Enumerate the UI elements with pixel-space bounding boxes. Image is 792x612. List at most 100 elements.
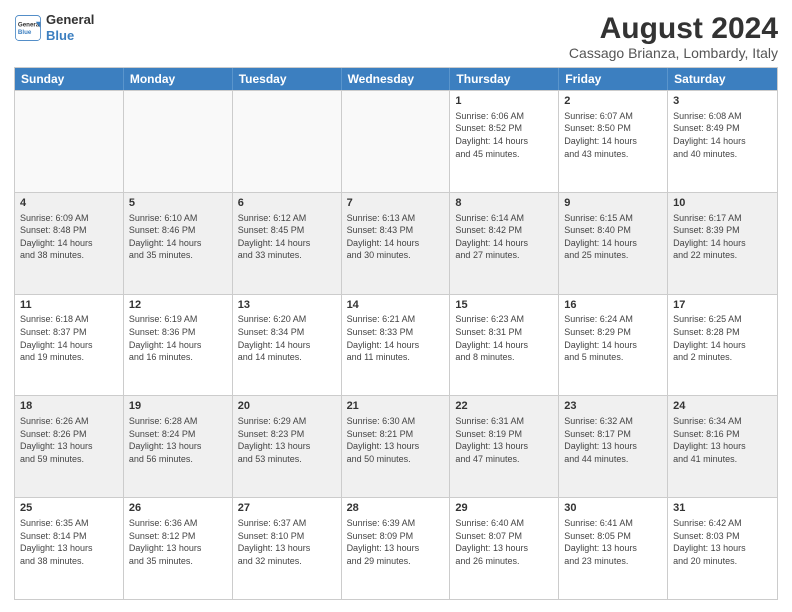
day-number: 8 (455, 196, 553, 211)
calendar-cell-day-13: 13Sunrise: 6:20 AM Sunset: 8:34 PM Dayli… (233, 295, 342, 396)
calendar-cell-day-30: 30Sunrise: 6:41 AM Sunset: 8:05 PM Dayli… (559, 498, 668, 599)
calendar-header: SundayMondayTuesdayWednesdayThursdayFrid… (15, 68, 777, 90)
calendar-cell-day-10: 10Sunrise: 6:17 AM Sunset: 8:39 PM Dayli… (668, 193, 777, 294)
cell-info: Sunrise: 6:28 AM Sunset: 8:24 PM Dayligh… (129, 415, 227, 465)
day-number: 22 (455, 399, 553, 414)
cell-info: Sunrise: 6:08 AM Sunset: 8:49 PM Dayligh… (673, 110, 772, 160)
calendar-cell-day-16: 16Sunrise: 6:24 AM Sunset: 8:29 PM Dayli… (559, 295, 668, 396)
calendar-cell-day-21: 21Sunrise: 6:30 AM Sunset: 8:21 PM Dayli… (342, 396, 451, 497)
calendar-cell-day-18: 18Sunrise: 6:26 AM Sunset: 8:26 PM Dayli… (15, 396, 124, 497)
cell-info: Sunrise: 6:24 AM Sunset: 8:29 PM Dayligh… (564, 313, 662, 363)
calendar: SundayMondayTuesdayWednesdayThursdayFrid… (14, 67, 778, 600)
logo-text: General Blue (46, 12, 94, 43)
day-number: 10 (673, 196, 772, 211)
calendar-cell-day-25: 25Sunrise: 6:35 AM Sunset: 8:14 PM Dayli… (15, 498, 124, 599)
day-number: 19 (129, 399, 227, 414)
cell-info: Sunrise: 6:35 AM Sunset: 8:14 PM Dayligh… (20, 517, 118, 567)
main-title: August 2024 (569, 12, 778, 45)
calendar-cell-day-6: 6Sunrise: 6:12 AM Sunset: 8:45 PM Daylig… (233, 193, 342, 294)
weekday-header-sunday: Sunday (15, 68, 124, 90)
calendar-cell-day-19: 19Sunrise: 6:28 AM Sunset: 8:24 PM Dayli… (124, 396, 233, 497)
calendar-cell-day-17: 17Sunrise: 6:25 AM Sunset: 8:28 PM Dayli… (668, 295, 777, 396)
header: General Blue General Blue August 2024 Ca… (14, 12, 778, 61)
day-number: 15 (455, 298, 553, 313)
calendar-cell-day-26: 26Sunrise: 6:36 AM Sunset: 8:12 PM Dayli… (124, 498, 233, 599)
logo-blue: Blue (46, 28, 94, 44)
day-number: 9 (564, 196, 662, 211)
day-number: 20 (238, 399, 336, 414)
cell-info: Sunrise: 6:10 AM Sunset: 8:46 PM Dayligh… (129, 212, 227, 262)
calendar-row-4: 25Sunrise: 6:35 AM Sunset: 8:14 PM Dayli… (15, 497, 777, 599)
calendar-cell-empty (233, 91, 342, 192)
cell-info: Sunrise: 6:14 AM Sunset: 8:42 PM Dayligh… (455, 212, 553, 262)
weekday-header-wednesday: Wednesday (342, 68, 451, 90)
calendar-cell-day-15: 15Sunrise: 6:23 AM Sunset: 8:31 PM Dayli… (450, 295, 559, 396)
day-number: 7 (347, 196, 445, 211)
cell-info: Sunrise: 6:20 AM Sunset: 8:34 PM Dayligh… (238, 313, 336, 363)
calendar-cell-day-2: 2Sunrise: 6:07 AM Sunset: 8:50 PM Daylig… (559, 91, 668, 192)
calendar-cell-day-14: 14Sunrise: 6:21 AM Sunset: 8:33 PM Dayli… (342, 295, 451, 396)
calendar-cell-day-24: 24Sunrise: 6:34 AM Sunset: 8:16 PM Dayli… (668, 396, 777, 497)
calendar-cell-day-8: 8Sunrise: 6:14 AM Sunset: 8:42 PM Daylig… (450, 193, 559, 294)
calendar-row-0: 1Sunrise: 6:06 AM Sunset: 8:52 PM Daylig… (15, 90, 777, 192)
cell-info: Sunrise: 6:29 AM Sunset: 8:23 PM Dayligh… (238, 415, 336, 465)
day-number: 4 (20, 196, 118, 211)
calendar-cell-day-29: 29Sunrise: 6:40 AM Sunset: 8:07 PM Dayli… (450, 498, 559, 599)
day-number: 14 (347, 298, 445, 313)
calendar-cell-day-22: 22Sunrise: 6:31 AM Sunset: 8:19 PM Dayli… (450, 396, 559, 497)
day-number: 3 (673, 94, 772, 109)
logo-icon: General Blue (14, 14, 42, 42)
weekday-header-friday: Friday (559, 68, 668, 90)
day-number: 21 (347, 399, 445, 414)
calendar-cell-day-27: 27Sunrise: 6:37 AM Sunset: 8:10 PM Dayli… (233, 498, 342, 599)
cell-info: Sunrise: 6:15 AM Sunset: 8:40 PM Dayligh… (564, 212, 662, 262)
title-block: August 2024 Cassago Brianza, Lombardy, I… (569, 12, 778, 61)
calendar-cell-empty (15, 91, 124, 192)
day-number: 13 (238, 298, 336, 313)
calendar-cell-day-12: 12Sunrise: 6:19 AM Sunset: 8:36 PM Dayli… (124, 295, 233, 396)
day-number: 16 (564, 298, 662, 313)
cell-info: Sunrise: 6:31 AM Sunset: 8:19 PM Dayligh… (455, 415, 553, 465)
cell-info: Sunrise: 6:32 AM Sunset: 8:17 PM Dayligh… (564, 415, 662, 465)
calendar-cell-day-3: 3Sunrise: 6:08 AM Sunset: 8:49 PM Daylig… (668, 91, 777, 192)
day-number: 30 (564, 501, 662, 516)
calendar-cell-empty (124, 91, 233, 192)
day-number: 1 (455, 94, 553, 109)
calendar-cell-day-11: 11Sunrise: 6:18 AM Sunset: 8:37 PM Dayli… (15, 295, 124, 396)
cell-info: Sunrise: 6:23 AM Sunset: 8:31 PM Dayligh… (455, 313, 553, 363)
day-number: 28 (347, 501, 445, 516)
calendar-cell-day-23: 23Sunrise: 6:32 AM Sunset: 8:17 PM Dayli… (559, 396, 668, 497)
day-number: 6 (238, 196, 336, 211)
calendar-cell-day-5: 5Sunrise: 6:10 AM Sunset: 8:46 PM Daylig… (124, 193, 233, 294)
calendar-cell-day-31: 31Sunrise: 6:42 AM Sunset: 8:03 PM Dayli… (668, 498, 777, 599)
calendar-body: 1Sunrise: 6:06 AM Sunset: 8:52 PM Daylig… (15, 90, 777, 599)
calendar-row-1: 4Sunrise: 6:09 AM Sunset: 8:48 PM Daylig… (15, 192, 777, 294)
day-number: 25 (20, 501, 118, 516)
weekday-header-monday: Monday (124, 68, 233, 90)
cell-info: Sunrise: 6:06 AM Sunset: 8:52 PM Dayligh… (455, 110, 553, 160)
subtitle: Cassago Brianza, Lombardy, Italy (569, 45, 778, 61)
cell-info: Sunrise: 6:19 AM Sunset: 8:36 PM Dayligh… (129, 313, 227, 363)
cell-info: Sunrise: 6:21 AM Sunset: 8:33 PM Dayligh… (347, 313, 445, 363)
cell-info: Sunrise: 6:18 AM Sunset: 8:37 PM Dayligh… (20, 313, 118, 363)
day-number: 18 (20, 399, 118, 414)
cell-info: Sunrise: 6:25 AM Sunset: 8:28 PM Dayligh… (673, 313, 772, 363)
weekday-header-saturday: Saturday (668, 68, 777, 90)
cell-info: Sunrise: 6:36 AM Sunset: 8:12 PM Dayligh… (129, 517, 227, 567)
weekday-header-thursday: Thursday (450, 68, 559, 90)
cell-info: Sunrise: 6:34 AM Sunset: 8:16 PM Dayligh… (673, 415, 772, 465)
day-number: 31 (673, 501, 772, 516)
cell-info: Sunrise: 6:07 AM Sunset: 8:50 PM Dayligh… (564, 110, 662, 160)
logo-general: General (46, 12, 94, 28)
calendar-row-3: 18Sunrise: 6:26 AM Sunset: 8:26 PM Dayli… (15, 395, 777, 497)
day-number: 12 (129, 298, 227, 313)
calendar-cell-day-28: 28Sunrise: 6:39 AM Sunset: 8:09 PM Dayli… (342, 498, 451, 599)
cell-info: Sunrise: 6:41 AM Sunset: 8:05 PM Dayligh… (564, 517, 662, 567)
weekday-header-tuesday: Tuesday (233, 68, 342, 90)
calendar-cell-day-9: 9Sunrise: 6:15 AM Sunset: 8:40 PM Daylig… (559, 193, 668, 294)
svg-text:Blue: Blue (18, 29, 32, 36)
calendar-cell-day-4: 4Sunrise: 6:09 AM Sunset: 8:48 PM Daylig… (15, 193, 124, 294)
cell-info: Sunrise: 6:09 AM Sunset: 8:48 PM Dayligh… (20, 212, 118, 262)
day-number: 11 (20, 298, 118, 313)
calendar-cell-day-1: 1Sunrise: 6:06 AM Sunset: 8:52 PM Daylig… (450, 91, 559, 192)
